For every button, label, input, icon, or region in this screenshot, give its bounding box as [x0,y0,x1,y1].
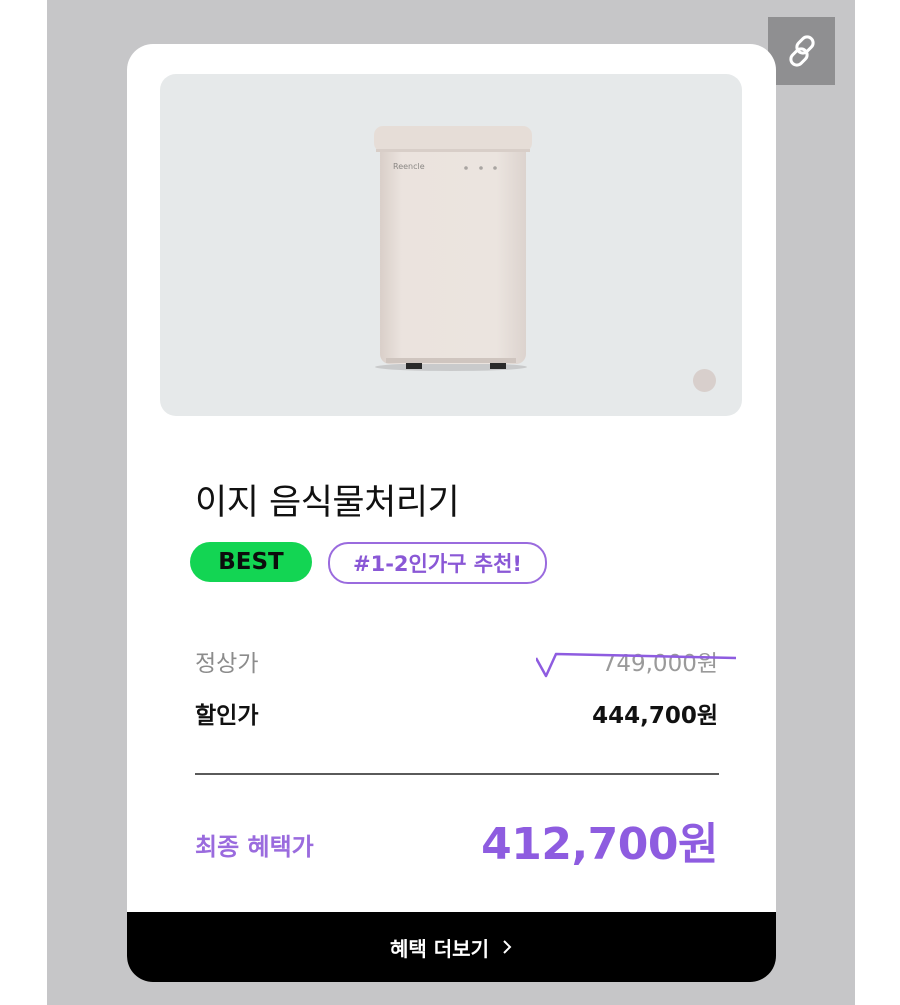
more-benefits-button[interactable]: 혜택 더보기 [127,912,776,982]
product-title: 이지 음식물처리기 [195,483,460,523]
final-price-value: 412,700원 [481,819,718,870]
regular-price-label: 정상가 [195,651,259,677]
carousel-indicator-dot[interactable] [693,369,716,392]
link-icon [788,35,815,67]
product-image-area[interactable]: Reencle [160,74,742,416]
best-badge: BEST [190,542,312,582]
final-price-label: 최종 혜택가 [195,833,314,861]
strikethrough-mark [536,652,736,678]
food-waste-processor-image: Reencle [374,126,532,371]
price-divider [195,773,719,775]
product-card[interactable]: Reencle 이지 음식물처리기 BEST #1-2인가구 추천! 정상가 7… [127,44,776,982]
recommendation-badge: #1-2인가구 추천! [328,542,547,584]
discount-price-value: 444,700원 [592,703,718,729]
share-link-button[interactable] [768,17,835,85]
more-benefits-label: 혜택 더보기 [390,936,489,961]
discount-price-label: 할인가 [195,703,259,729]
svg-text:Reencle: Reencle [393,162,425,171]
chevron-right-icon [503,940,512,954]
